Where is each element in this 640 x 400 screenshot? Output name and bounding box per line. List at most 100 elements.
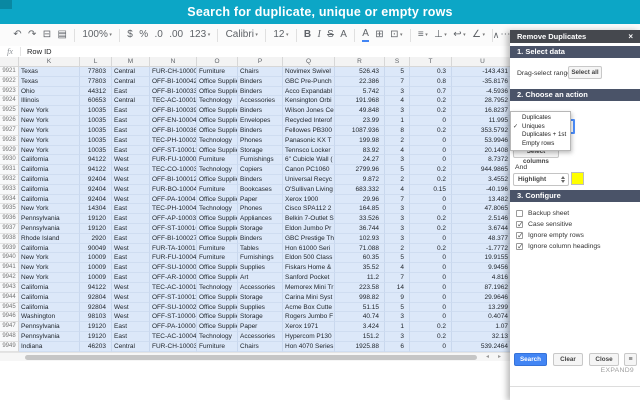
cell[interactable]: East: [112, 253, 150, 264]
cell[interactable]: 0: [410, 312, 452, 323]
cell[interactable]: Supplies: [238, 302, 283, 313]
cell[interactable]: Rogers Jumbo F: [283, 312, 335, 323]
cell[interactable]: Novimex Swivel: [283, 67, 335, 77]
row-header[interactable]: 9930: [0, 155, 19, 166]
cell[interactable]: OFF-ST-100004: [150, 312, 197, 323]
cell[interactable]: -1.7772: [452, 243, 514, 254]
cell[interactable]: 0.2: [410, 106, 452, 117]
cell[interactable]: Binders: [238, 76, 283, 87]
cell[interactable]: TEC-CO-100037: [150, 165, 197, 175]
row-header[interactable]: 9937: [0, 224, 19, 234]
cell[interactable]: 539.2464: [452, 341, 514, 352]
collapse-toolbar-icon[interactable]: ∧: [486, 24, 506, 46]
horizontal-scrollbar[interactable]: ◂ ▸: [0, 352, 511, 361]
cell[interactable]: East: [112, 224, 150, 234]
increase-decimal-icon[interactable]: .00: [169, 24, 183, 46]
cell[interactable]: OFF-EN-100043: [150, 116, 197, 126]
column-header[interactable]: M: [112, 57, 150, 67]
borders-icon[interactable]: ⊞: [375, 24, 383, 46]
cell[interactable]: 28.7952: [452, 96, 514, 107]
cell[interactable]: 46203: [80, 341, 112, 352]
cell[interactable]: East: [112, 214, 150, 224]
cell[interactable]: 4: [385, 263, 410, 274]
cell[interactable]: 2920: [80, 233, 112, 244]
vertical-align-icon[interactable]: ⊥ ▾: [434, 24, 447, 46]
cell[interactable]: 102.93: [335, 233, 385, 244]
close-button[interactable]: Close: [589, 353, 619, 366]
font-size-select[interactable]: 12 ▾: [273, 24, 288, 46]
cell[interactable]: 19120: [80, 224, 112, 234]
cell[interactable]: Memorex Mini Tr: [283, 282, 335, 293]
cell[interactable]: 0: [410, 273, 452, 283]
cell[interactable]: 19120: [80, 322, 112, 332]
cell[interactable]: OFF-PA-100049: [150, 194, 197, 205]
cell[interactable]: 9: [385, 292, 410, 303]
cell[interactable]: New York: [19, 263, 80, 274]
cell[interactable]: 0: [410, 116, 452, 126]
row-header[interactable]: 9938: [0, 233, 19, 244]
cell[interactable]: 24.27: [335, 155, 385, 166]
cell[interactable]: 2: [385, 243, 410, 254]
column-header[interactable]: K: [19, 57, 80, 67]
cell[interactable]: 1925.88: [335, 341, 385, 352]
cell[interactable]: Storage: [238, 312, 283, 323]
decrease-decimal-icon[interactable]: .0: [155, 24, 163, 46]
highlight-dropdown[interactable]: Highlight: [513, 173, 569, 186]
cell[interactable]: 60653: [80, 96, 112, 107]
cell[interactable]: East: [112, 135, 150, 146]
search-button[interactable]: Search: [514, 353, 547, 366]
cell[interactable]: 2: [385, 174, 410, 185]
cell[interactable]: Office Supplies: [197, 145, 238, 156]
row-header[interactable]: 9921: [0, 67, 19, 77]
cell[interactable]: Furniture: [197, 341, 238, 352]
cell[interactable]: Belkin 7-Outlet S: [283, 214, 335, 224]
cell[interactable]: 3.4552: [452, 174, 514, 185]
cell[interactable]: 191.968: [335, 96, 385, 107]
cell[interactable]: Office Supplies: [197, 233, 238, 244]
cell[interactable]: Office Supplies: [197, 302, 238, 313]
cell[interactable]: 0: [410, 341, 452, 352]
cell[interactable]: OFF-BI-100012: [150, 174, 197, 185]
cell[interactable]: 94122: [80, 165, 112, 175]
cell[interactable]: 3.424: [335, 322, 385, 332]
cell[interactable]: Recycled Interof: [283, 116, 335, 126]
cell[interactable]: 3.6744: [452, 224, 514, 234]
cell[interactable]: Storage: [238, 292, 283, 303]
row-header[interactable]: 9939: [0, 243, 19, 254]
cell[interactable]: Paper: [238, 194, 283, 205]
cell[interactable]: 8.7372: [452, 155, 514, 166]
checkbox[interactable]: ✓: [516, 231, 524, 240]
row-header[interactable]: 9940: [0, 253, 19, 264]
cell[interactable]: 10035: [80, 145, 112, 156]
cell[interactable]: Office Supplies: [197, 263, 238, 274]
cell[interactable]: 7: [385, 194, 410, 205]
cell[interactable]: Supplies: [238, 263, 283, 274]
cell[interactable]: 5.742: [335, 86, 385, 97]
cell[interactable]: OFF-BI-100042: [150, 76, 197, 87]
cell[interactable]: 0.2: [410, 214, 452, 224]
cell[interactable]: Office Supplies: [197, 273, 238, 283]
cell[interactable]: 5: [385, 302, 410, 313]
cell[interactable]: West: [112, 243, 150, 254]
cell[interactable]: 83.92: [335, 145, 385, 156]
cell[interactable]: Office Supplies: [197, 125, 238, 136]
cell[interactable]: Binders: [238, 174, 283, 185]
cell[interactable]: 94122: [80, 282, 112, 293]
cell[interactable]: Washington: [19, 312, 80, 323]
cell[interactable]: 0.7: [410, 86, 452, 97]
cell[interactable]: FUR-FU-100002: [150, 155, 197, 166]
cell[interactable]: Technology: [197, 331, 238, 342]
cell[interactable]: -143.431: [452, 67, 514, 77]
cell[interactable]: Binders: [238, 86, 283, 97]
cell[interactable]: 48.377: [452, 233, 514, 244]
cell[interactable]: 29.96: [335, 194, 385, 205]
cell[interactable]: Office Supplies: [197, 224, 238, 234]
cell[interactable]: Office Supplies: [197, 312, 238, 323]
cell[interactable]: 4: [385, 184, 410, 195]
menu-icon[interactable]: ≡: [624, 353, 637, 366]
cell[interactable]: 90049: [80, 243, 112, 254]
cell[interactable]: Storage: [238, 145, 283, 156]
cell[interactable]: 6" Cubicle Wall (: [283, 155, 335, 166]
cell[interactable]: 51.15: [335, 302, 385, 313]
cell[interactable]: 10009: [80, 253, 112, 264]
